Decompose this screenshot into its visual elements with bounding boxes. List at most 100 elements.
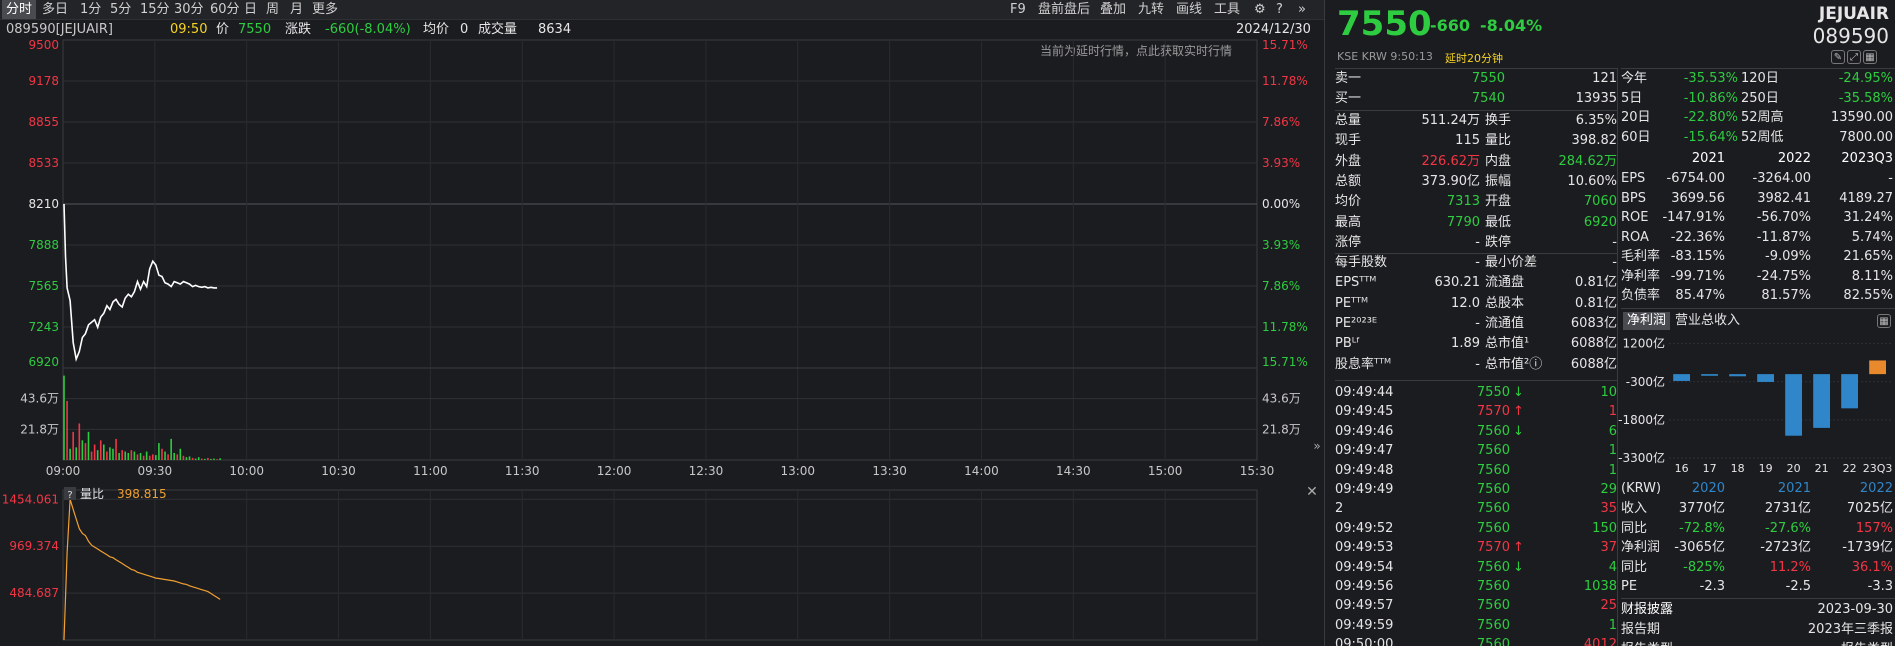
chart-panel: 分时 多日 1分 5分 15分 30分 60分日周月更多 F9 盘前盘后 叠加 九转 画线 工具 ⚙?» … — [0, 0, 1324, 646]
y-right-tick-label: 11.78% — [1262, 320, 1308, 334]
stat-row: 0.81亿 — [1575, 275, 1617, 291]
stat-row: - — [1612, 255, 1617, 271]
x-tick-label: 13:30 — [872, 464, 907, 478]
quote-meta: KSE KRW 9:50:13 — [1337, 50, 1433, 63]
x-tick-label: 15:00 — [1148, 464, 1183, 478]
volume-bar — [136, 454, 139, 460]
volume-bar — [139, 452, 142, 460]
tick-row: 35 — [1600, 501, 1617, 517]
profit-bar — [1785, 374, 1802, 436]
tick-row: 1 — [1608, 617, 1617, 633]
volume-bar — [191, 457, 194, 460]
volume-bar — [118, 452, 120, 460]
fin-row: 4189.27 — [1839, 190, 1893, 206]
volume-bar — [103, 444, 105, 460]
y-right-tick-label: 3.93% — [1262, 156, 1300, 170]
profit-bar — [1841, 374, 1858, 409]
fin-header: 2023Q3 — [1841, 151, 1893, 166]
stat-row: 6.35% — [1575, 113, 1617, 128]
profit-bar — [1813, 374, 1830, 428]
report-header: 2023-09-30 — [1817, 602, 1893, 617]
volume-bar — [213, 458, 215, 460]
perf-row: -24.95% — [1838, 71, 1893, 86]
tick-row: 10 — [1600, 385, 1617, 400]
bar-y-tick-label: -300亿 — [1626, 374, 1665, 389]
tick-row: 1 — [1608, 443, 1617, 459]
volume-bar — [204, 458, 206, 460]
y-tick-label: 8533 — [28, 156, 59, 170]
close-indicator-icon: ✕ — [1306, 484, 1318, 500]
volume-right-tick-label: 43.6万 — [1262, 392, 1301, 406]
volume-bar — [124, 451, 127, 460]
ticks-separator — [1335, 380, 1617, 381]
volume-bar — [75, 447, 78, 460]
ratio-frame — [62, 489, 1258, 641]
volume-bar — [161, 448, 163, 460]
bar-category-label: 17 — [1703, 462, 1717, 475]
y-right-tick-label: 3.93% — [1262, 238, 1300, 252]
fin-tab-1[interactable]: 营业总收入 — [1671, 312, 1744, 330]
quote-pct: -8.04% — [1480, 16, 1543, 35]
volume-bar — [142, 455, 145, 460]
profit-bar — [1701, 374, 1718, 376]
x-tick-label: 14:30 — [1056, 464, 1091, 478]
volume-bar — [81, 440, 84, 460]
y-right-tick-label: 7.86% — [1262, 115, 1300, 129]
tick-row: 37 — [1600, 540, 1617, 556]
volume-tick-label: 21.8万 — [20, 422, 59, 436]
link-icon[interactable]: ⤢ — [1847, 50, 1861, 64]
y-tick-label: 8210 — [28, 197, 59, 211]
tick-row: 1 — [1608, 462, 1617, 478]
bar-category-label: 22 — [1843, 462, 1857, 475]
volume-bar — [173, 452, 176, 460]
stat-row: 6088亿 — [1570, 336, 1617, 352]
volume-bar — [96, 450, 99, 460]
tick-row: 6 — [1608, 423, 1617, 439]
volume-bar — [106, 451, 108, 460]
y-tick-label: 9178 — [28, 74, 59, 88]
annual-row: -1739亿 — [1842, 540, 1893, 555]
stat-row: - — [1612, 234, 1617, 250]
volume-bar — [90, 451, 93, 460]
ratio-help-icon: ? — [67, 490, 72, 501]
price-frame — [62, 39, 1258, 461]
grid-icon[interactable]: ▦ — [1863, 50, 1877, 64]
quote-detail-column: 卖一 7550 121 买一 7540 13935 总量 511.24万 换手 6.35% 现手 11… — [1335, 68, 1617, 646]
bar-category-label: 21 — [1815, 462, 1829, 475]
order-book-row: 13935 — [1575, 91, 1617, 106]
volume-bar — [63, 375, 65, 460]
column-divider — [1617, 68, 1618, 646]
volume-bar — [112, 448, 114, 460]
ratio-line — [63, 499, 221, 641]
y-tick-label: 9500 — [28, 38, 59, 52]
order-book-row: 121 — [1592, 71, 1617, 86]
perf-row: 13590.00 — [1830, 110, 1893, 125]
volume-bar — [164, 451, 166, 460]
quote-code: 089590 — [1812, 24, 1889, 48]
bar-y-tick-label: -3300亿 — [1618, 450, 1665, 465]
fin-tab-0[interactable]: 净利润 — [1623, 312, 1671, 330]
profit-bar-chart: 1200亿 -300亿 -1800亿 -3300亿 16 17 18 19 20 21 22 23Q3 — [1618, 336, 1893, 475]
grid-layer: 9500 15.71% 9178 11.78% 8855 7.86% 8533 3.93% 82… — [2, 38, 1308, 641]
volume-bar — [182, 455, 185, 460]
delay-badge: 延时20分钟 — [1445, 52, 1503, 65]
stat-row: 6088亿 — [1570, 356, 1617, 372]
chart-toggle-icon[interactable]: ▦ — [1877, 314, 1891, 328]
x-tick-label: 12:00 — [597, 464, 632, 478]
tick-row: 1 — [1608, 404, 1617, 420]
volume-bar — [145, 451, 148, 460]
volume-bar — [188, 456, 191, 460]
volume-right-tick-label: 21.8万 — [1262, 422, 1301, 436]
volume-bar — [170, 438, 172, 460]
profit-bar — [1729, 374, 1746, 377]
edit-icon[interactable]: ✎ — [1831, 50, 1845, 64]
book-top-separator — [1335, 68, 1617, 69]
bar-category-label: 23Q3 — [1863, 462, 1893, 475]
volume-bar — [72, 431, 74, 460]
fin-row: 5.74% — [1851, 229, 1893, 245]
stat-row: 284.62万 — [1558, 153, 1618, 169]
volume-tick-label: 43.6万 — [20, 392, 59, 406]
perf-top-separator — [1621, 68, 1895, 69]
tick-row: 4 — [1608, 559, 1617, 575]
volume-bar — [167, 454, 169, 460]
